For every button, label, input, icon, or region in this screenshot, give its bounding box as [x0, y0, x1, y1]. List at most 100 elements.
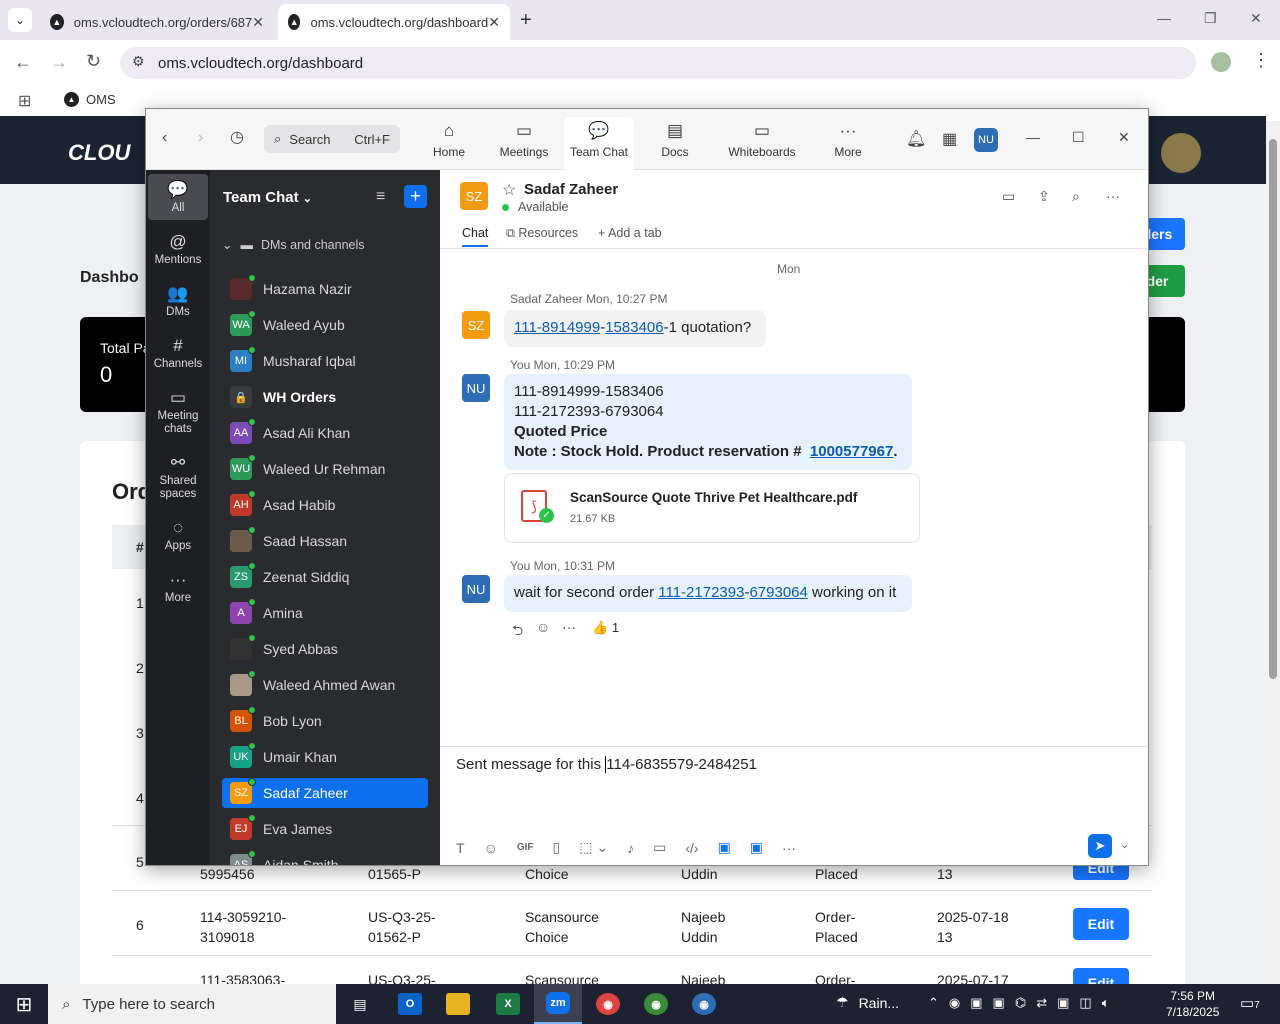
add-button[interactable]: +	[404, 185, 427, 208]
rail-meeting-chats[interactable]: ▭ Meeting chats	[148, 386, 208, 436]
tab-orders[interactable]: ▲ oms.vcloudtech.org/orders/687 ✕	[40, 4, 274, 40]
profile-avatar[interactable]	[1211, 52, 1231, 72]
user-avatar[interactable]	[1161, 133, 1201, 173]
list-item[interactable]: AH Asad Habib	[222, 490, 428, 520]
page-scrollbar[interactable]	[1266, 121, 1280, 984]
format-icon[interactable]: T	[456, 840, 465, 856]
code-icon[interactable]: ‹/›	[685, 840, 698, 856]
list-item[interactable]: WA Waleed Ayub	[222, 310, 428, 340]
chrome-icon[interactable]: ◉	[584, 984, 632, 1024]
list-item[interactable]: EJ Eva James	[222, 814, 428, 844]
list-item[interactable]: UK Umair Khan	[222, 742, 428, 772]
nav-docs[interactable]: ▤ Docs	[640, 117, 710, 170]
list-item[interactable]: Syed Abbas	[222, 634, 428, 664]
avatar[interactable]: NU	[974, 128, 998, 152]
rail-dms[interactable]: 👥 DMs	[148, 282, 208, 319]
file-icon[interactable]: ▯	[553, 839, 561, 856]
address-bar[interactable]: ⚙ oms.vcloudtech.org/dashboard	[120, 47, 1196, 79]
list-item[interactable]: SZ Sadaf Zaheer	[222, 778, 428, 808]
rail-mentions[interactable]: @ Mentions	[148, 230, 208, 267]
more-icon[interactable]: ···	[782, 840, 796, 856]
reservation-link[interactable]: 1000577967	[810, 443, 893, 460]
order-link[interactable]: 1583406	[605, 319, 663, 336]
gif-icon[interactable]: GIF	[517, 842, 534, 853]
outlook-icon[interactable]: O	[386, 984, 434, 1024]
order-link[interactable]: 111-8914999	[514, 319, 600, 336]
search-input[interactable]: ⌕ Search Ctrl+F	[264, 125, 400, 153]
edit-button[interactable]: Edit	[1073, 968, 1129, 984]
list-item[interactable]: Waleed Ahmed Awan	[222, 670, 428, 700]
send-button[interactable]: ➤	[1088, 834, 1112, 858]
forward-arrow-icon[interactable]: ›	[198, 129, 203, 147]
weather[interactable]: ☂ Rain...	[836, 994, 899, 1011]
taskbar-search[interactable]: ⌕ Type here to search	[48, 984, 336, 1024]
chrome-icon[interactable]: ◉	[949, 995, 960, 1011]
list-item[interactable]: MI Musharaf Iqbal	[222, 346, 428, 376]
volume-icon[interactable]: 🔈︎	[1102, 995, 1110, 1011]
rail-more[interactable]: ··· More	[148, 568, 208, 605]
clock[interactable]: 7:56 PM 7/18/2025	[1166, 988, 1219, 1020]
nav-more[interactable]: ··· More	[813, 117, 883, 170]
network-icon[interactable]: ⌬	[1015, 995, 1026, 1011]
forward-arrow-icon[interactable]: →	[50, 52, 68, 73]
order-link[interactable]: 111-2172393	[658, 584, 744, 601]
new-tab-button[interactable]: +	[520, 9, 532, 32]
zoom-app-icon[interactable]: zm	[534, 984, 582, 1024]
list-item[interactable]: AS Aidan Smith	[222, 850, 428, 865]
app-icon[interactable]: ▣	[750, 839, 763, 856]
reply-icon[interactable]: ⮌	[512, 620, 523, 644]
tab-dashboard[interactable]: ▲ oms.vcloudtech.org/dashboard ✕	[278, 4, 510, 40]
nav-meetings[interactable]: ▭ Meetings	[489, 117, 559, 170]
star-icon[interactable]: ☆	[502, 180, 516, 200]
list-item[interactable]: 🔒 WH Orders	[222, 382, 428, 412]
rail-channels[interactable]: # Channels	[148, 334, 208, 371]
message-bubble[interactable]: 111-8914999-1583406-1 quotation?	[504, 310, 766, 347]
notification-icon[interactable]: ▭7	[1240, 994, 1260, 1012]
bell-icon[interactable]: 🔔︎	[906, 129, 926, 149]
nav-team-chat[interactable]: 💬 Team Chat	[564, 117, 634, 170]
compose-input[interactable]: Sent message for this 114-6835579-248425…	[456, 756, 1136, 816]
search-icon[interactable]: ⌕	[1072, 188, 1080, 205]
rail-shared-spaces[interactable]: ⚯ Shared spaces	[148, 451, 208, 501]
file-attachment[interactable]: ⟆ ✓ ScanSource Quote Thrive Pet Healthca…	[504, 473, 920, 543]
list-item[interactable]: A Amina	[222, 598, 428, 628]
rail-apps[interactable]: ◌ Apps	[148, 516, 208, 553]
window-minimize-button[interactable]: —	[1157, 10, 1171, 26]
sync-icon[interactable]: ⇄	[1036, 995, 1047, 1011]
reaction[interactable]: 👍 1	[592, 620, 619, 636]
video-clip-icon[interactable]: ▭	[653, 839, 666, 856]
message-bubble[interactable]: wait for second order 111-2172393-679306…	[504, 575, 912, 612]
chrome-icon[interactable]: ◉	[632, 984, 680, 1024]
nav-whiteboards[interactable]: ▭ Whiteboards	[722, 117, 802, 170]
window-restore-button[interactable]: ❐	[1204, 10, 1217, 27]
tab-resources[interactable]: ⧉ Resources	[506, 226, 578, 241]
history-icon[interactable]: ◷	[230, 127, 244, 147]
task-view-button[interactable]: ▤	[336, 984, 384, 1024]
video-icon[interactable]: ▭	[1002, 188, 1015, 205]
app-icon[interactable]: ▣	[718, 839, 731, 856]
list-item[interactable]: WU Waleed Ur Rehman	[222, 454, 428, 484]
order-link[interactable]: 6793064	[749, 584, 807, 601]
file-explorer-icon[interactable]	[434, 984, 482, 1024]
emoji-icon[interactable]: ☺	[484, 840, 498, 856]
calendar-icon[interactable]: ▦	[942, 129, 957, 149]
rail-all[interactable]: 💬 All	[148, 174, 208, 220]
list-item[interactable]: Saad Hassan	[222, 526, 428, 556]
screenshot-icon[interactable]: ⬚ ⌄	[579, 839, 608, 856]
scrollbar-thumb[interactable]	[1269, 139, 1277, 679]
wifi-icon[interactable]: ◫	[1079, 995, 1091, 1011]
nav-home[interactable]: ⌂ Home	[414, 117, 484, 170]
menu-icon[interactable]: ⋮	[1252, 50, 1270, 71]
message-bubble[interactable]: 111-8914999-1583406 111-2172393-6793064 …	[504, 374, 912, 470]
window-close-button[interactable]: ✕	[1250, 10, 1262, 27]
list-item[interactable]: ZS Zeenat Siddiq	[222, 562, 428, 592]
apps-grid-icon[interactable]: ⊞	[18, 91, 31, 111]
list-item[interactable]: BL Bob Lyon	[222, 706, 428, 736]
chevron-up-icon[interactable]: ⌃	[928, 995, 939, 1011]
app-tray-icon[interactable]: ▣	[1057, 995, 1069, 1011]
back-arrow-icon[interactable]: ←	[14, 52, 32, 73]
back-arrow-icon[interactable]: ‹	[162, 129, 167, 147]
zoom-tray-icon[interactable]: ▣	[970, 995, 982, 1011]
bookmark-oms[interactable]: ▲ OMS	[64, 92, 116, 107]
close-icon[interactable]: ✕	[488, 14, 500, 31]
